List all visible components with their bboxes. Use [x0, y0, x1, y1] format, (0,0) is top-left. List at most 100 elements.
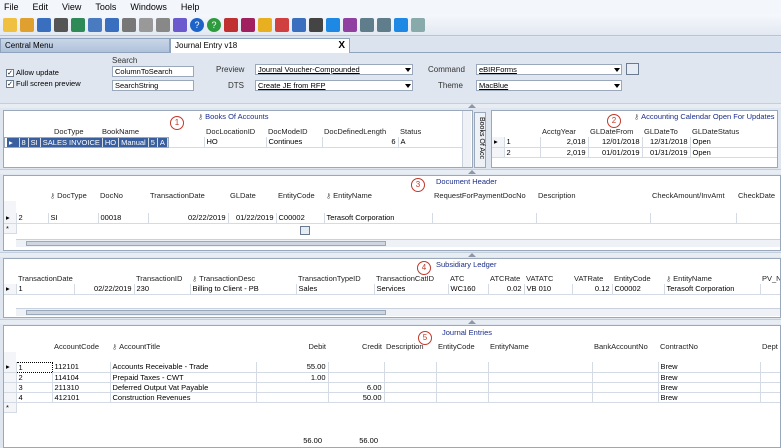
dts-select[interactable]: Create JE from RFP — [255, 80, 413, 91]
pin-icon[interactable] — [309, 17, 323, 32]
tag-icon[interactable] — [275, 17, 289, 32]
total-debit: 56.00 — [303, 436, 322, 445]
table-row[interactable]: ▸ 1 2,018 12/01/2018 12/31/2018 Open — [492, 137, 777, 148]
undo-icon[interactable] — [105, 17, 119, 32]
select-value: ColumnToSearch — [115, 67, 173, 76]
chevron-down-icon — [614, 68, 620, 72]
theme-select[interactable]: MacBlue — [476, 80, 622, 91]
close-icon[interactable]: X — [338, 40, 345, 51]
select-value: Create JE from RFP — [258, 81, 326, 90]
print-icon[interactable] — [54, 17, 68, 32]
marker-2: 2 — [607, 114, 621, 128]
key-icon: ⚷ — [198, 114, 204, 121]
table-row[interactable]: ▸ 1 112101 Accounts Receivable - Trade 55.00… — [4, 361, 780, 373]
menu-windows[interactable]: Windows — [130, 2, 167, 12]
save-icon[interactable] — [37, 17, 51, 32]
zoom-out-icon[interactable] — [377, 17, 391, 32]
books-side-tab[interactable]: Books Of Acc — [474, 112, 486, 168]
splitter[interactable] — [0, 252, 781, 257]
journal-entries-panel: Journal Entries AccountCode ⚷ AccountTitle… — [3, 325, 781, 448]
help-icon[interactable]: ? — [190, 17, 204, 32]
select-value: Journal Voucher-Compounded — [258, 65, 360, 74]
horizontal-scrollbar[interactable] — [16, 239, 780, 247]
menu-tools[interactable]: Tools — [95, 2, 116, 12]
refresh-icon[interactable] — [71, 17, 85, 32]
journal-entries-grid: AccountCode ⚷ AccountTitle Debit Credit Descr… — [4, 340, 780, 413]
parameter-panel: ✓ Allow update ✓ Full screen preview Searc… — [0, 54, 781, 102]
paste-icon[interactable] — [156, 17, 170, 32]
scroll-thumb[interactable] — [26, 310, 386, 315]
chart-icon[interactable] — [224, 17, 238, 32]
export-icon[interactable] — [88, 17, 102, 32]
splitter[interactable] — [0, 169, 781, 174]
subsidiary-ledger-grid: TransactionDate TransactionID ⚷ Transaction… — [4, 272, 780, 295]
calendar-icon[interactable] — [292, 17, 306, 32]
open-icon[interactable] — [20, 17, 34, 32]
table-row[interactable]: 2 2,019 01/01/2019 01/31/2019 Open — [492, 147, 777, 158]
document-header-panel: Document Header ⚷ DocType DocNo Transaction… — [3, 175, 781, 251]
subsidiary-ledger-panel: Subsidiary Ledger TransactionDate Transac… — [3, 258, 781, 318]
filter-icon[interactable] — [326, 17, 340, 32]
input-value: SearchString — [115, 81, 159, 90]
search-column-select[interactable]: ColumnToSearch — [112, 66, 194, 77]
table-row[interactable]: 2 114104 Prepaid Taxes - CWT 1.00 Brew — [4, 372, 780, 383]
collapse-icon — [468, 320, 476, 324]
grid-header: DocType BookName DocLocationID DocModeID Doc… — [54, 126, 422, 136]
table-row[interactable]: ▸ 1 02/22/2019 230 Billing to Client - PB Sal… — [4, 284, 780, 295]
star-icon[interactable] — [258, 17, 272, 32]
document-header-grid: ⚷ DocType DocNo TransactionDate GLDate Entity… — [4, 189, 780, 234]
scroll-thumb[interactable] — [26, 241, 386, 246]
menu-help[interactable]: Help — [181, 2, 200, 12]
books-of-accounts-panel: ⚷ Books Of Accounts DocType BookName DocLoc… — [3, 110, 473, 168]
calc-icon[interactable] — [173, 17, 187, 32]
select-value: eBIRForms — [479, 65, 517, 74]
cut-icon[interactable] — [122, 17, 136, 32]
new-row[interactable]: * — [4, 223, 780, 234]
copy-icon[interactable] — [139, 17, 153, 32]
new-row[interactable]: * — [4, 402, 780, 413]
table-row[interactable]: 3 211310 Deferred Output Vat Payable 6.00 Br… — [4, 382, 780, 393]
tab-label: Journal Entry v18 — [175, 41, 238, 50]
grid-header: TransactionDate TransactionID ⚷ Transaction… — [18, 273, 780, 283]
tab-central-menu[interactable]: Central Menu — [0, 38, 170, 53]
key-icon[interactable] — [343, 17, 357, 32]
new-icon[interactable] — [3, 17, 17, 32]
menu-file[interactable]: File — [4, 2, 19, 12]
check-icon: ✓ — [6, 68, 14, 77]
horizontal-scrollbar[interactable] — [16, 308, 780, 316]
run-command-icon[interactable] — [626, 63, 639, 75]
command-select[interactable]: eBIRForms — [476, 64, 622, 75]
tab-label: Central Menu — [5, 41, 54, 50]
allow-update-checkbox[interactable]: ✓ Allow update — [6, 68, 59, 77]
search-label: Search — [112, 56, 138, 65]
vertical-scrollbar[interactable] — [462, 111, 471, 167]
panel-title: Subsidiary Ledger — [436, 260, 497, 269]
grid-header: AccountCode ⚷ AccountTitle Debit Credit Descr… — [54, 341, 778, 351]
full-screen-checkbox[interactable]: ✓ Full screen preview — [6, 79, 81, 88]
table-row[interactable]: ▸ 2 SI 00018 02/22/2019 01/22/2019 C00002 Teras… — [4, 213, 780, 224]
menu-bar: File Edit View Tools Windows Help — [0, 0, 781, 14]
table-row[interactable]: 4 412101 Construction Revenues 50.00 Brew — [4, 392, 780, 403]
calendar-grid: AcctgYear GLDateFrom GLDateTo GLDateStatus … — [492, 125, 777, 158]
grid-header: AcctgYear GLDateFrom GLDateTo GLDateStatus — [542, 126, 740, 136]
zoom-in-icon[interactable] — [360, 17, 374, 32]
menu-edit[interactable]: Edit — [33, 2, 49, 12]
info-icon[interactable]: ? — [207, 17, 221, 32]
tab-journal-entry[interactable]: Journal Entry v18 X — [170, 38, 350, 53]
preview-select[interactable]: Journal Voucher-Compounded — [255, 64, 413, 75]
toolbar: ?? — [0, 14, 781, 36]
menu-view[interactable]: View — [62, 2, 81, 12]
select-value: MacBlue — [479, 81, 509, 90]
table-row[interactable]: ▸ 8 SI SALES INVOICE HO Manual 5 A — [4, 137, 169, 148]
header-cell: ⚷ EntityName — [666, 273, 712, 283]
splitter[interactable] — [0, 319, 781, 324]
up-icon[interactable] — [411, 17, 425, 32]
header-cell: ⚷ DocType — [50, 190, 87, 200]
funnel-icon[interactable] — [394, 17, 408, 32]
cm-icon[interactable] — [241, 17, 255, 32]
splitter[interactable] — [0, 103, 781, 108]
entity-code-dropdown-icon[interactable] — [300, 226, 310, 235]
panel-title: ⚷ Accounting Calendar Open For Updates — [634, 112, 775, 121]
search-string-input[interactable]: SearchString — [112, 80, 194, 91]
panel-title: Document Header — [436, 177, 497, 186]
